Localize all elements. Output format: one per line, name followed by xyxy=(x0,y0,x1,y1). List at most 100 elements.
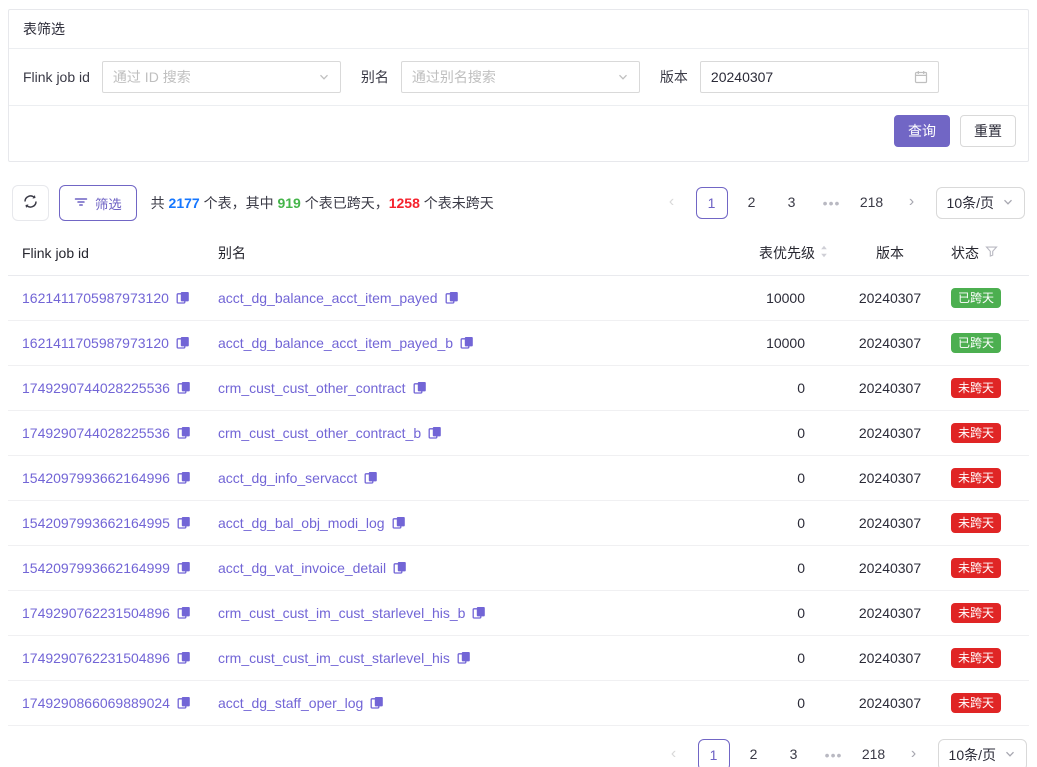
version-date-value: 20240307 xyxy=(711,69,914,85)
status-badge: 未跨天 xyxy=(951,378,1001,398)
alias-link[interactable]: crm_cust_cust_im_cust_starlevel_his xyxy=(218,650,450,666)
copy-alias-icon[interactable] xyxy=(370,696,384,710)
field-alias: 别名 通过别名搜索 xyxy=(361,61,640,93)
refresh-button[interactable] xyxy=(12,185,49,221)
copy-job-id-icon[interactable] xyxy=(176,336,190,350)
alias-select[interactable]: 通过别名搜索 xyxy=(401,61,640,93)
alias-link[interactable]: crm_cust_cust_other_contract xyxy=(218,380,406,396)
priority-value: 0 xyxy=(707,591,837,636)
search-button[interactable]: 查询 xyxy=(894,115,950,147)
next-page-button[interactable]: › xyxy=(898,739,930,767)
job-id-link[interactable]: 1542097993662164995 xyxy=(22,515,170,531)
column-status-label: 状态 xyxy=(951,243,979,263)
job-id-link[interactable]: 1749290744028225536 xyxy=(22,380,170,396)
alias-link[interactable]: acct_dg_bal_obj_modi_log xyxy=(218,515,385,531)
copy-job-id-icon[interactable] xyxy=(177,381,191,395)
alias-link[interactable]: acct_dg_staff_oper_log xyxy=(218,695,363,711)
job-id-link[interactable]: 1621411705987973120 xyxy=(22,290,169,306)
job-id-link[interactable]: 1749290866069889024 xyxy=(22,695,170,711)
copy-job-id-icon[interactable] xyxy=(177,696,191,710)
copy-alias-icon[interactable] xyxy=(428,426,442,440)
copy-job-id-icon[interactable] xyxy=(177,471,191,485)
version-value: 20240307 xyxy=(837,456,937,501)
reset-button[interactable]: 重置 xyxy=(960,115,1016,147)
copy-alias-icon[interactable] xyxy=(413,381,427,395)
sorter-icon[interactable] xyxy=(819,244,829,262)
page-size-select[interactable]: 10条/页 xyxy=(938,739,1027,767)
page: 表筛选 Flink job id 通过 ID 搜索 别名 通过别名搜索 xyxy=(0,0,1037,767)
prev-page-button[interactable]: ‹ xyxy=(658,739,690,767)
column-flink-job-id: Flink job id xyxy=(8,231,204,276)
job-id-link[interactable]: 1542097993662164996 xyxy=(22,470,170,486)
column-status[interactable]: 状态 xyxy=(937,231,1029,276)
priority-value: 0 xyxy=(707,456,837,501)
page-ellipsis[interactable]: ••• xyxy=(818,747,850,763)
alias-link[interactable]: acct_dg_info_servacct xyxy=(218,470,357,486)
copy-job-id-icon[interactable] xyxy=(177,606,191,620)
copy-alias-icon[interactable] xyxy=(364,471,378,485)
field-flink-job-id: Flink job id 通过 ID 搜索 xyxy=(23,61,341,93)
version-value: 20240307 xyxy=(837,321,937,366)
summary-prefix: 共 xyxy=(151,195,169,211)
alias-link[interactable]: acct_dg_balance_acct_item_payed_b xyxy=(218,335,453,351)
copy-alias-icon[interactable] xyxy=(460,336,474,350)
job-id-link[interactable]: 1749290762231504896 xyxy=(22,605,170,621)
job-id-link[interactable]: 1749290762231504896 xyxy=(22,650,170,666)
copy-job-id-icon[interactable] xyxy=(176,291,190,305)
table-row: 1542097993662164995 acct_dg_bal_obj_modi… xyxy=(8,501,1029,546)
page-button-2[interactable]: 2 xyxy=(738,739,770,767)
priority-value: 10000 xyxy=(707,276,837,321)
priority-value: 0 xyxy=(707,411,837,456)
column-alias: 别名 xyxy=(204,231,707,276)
filter-button[interactable]: 筛选 xyxy=(59,185,137,221)
copy-alias-icon[interactable] xyxy=(472,606,486,620)
copy-job-id-icon[interactable] xyxy=(177,516,191,530)
table-row: 1749290744028225536 crm_cust_cust_other_… xyxy=(8,366,1029,411)
copy-job-id-icon[interactable] xyxy=(177,561,191,575)
page-size-value: 10条/页 xyxy=(947,193,994,213)
flink-job-id-label: Flink job id xyxy=(23,69,90,85)
column-filter-funnel-icon[interactable] xyxy=(985,245,998,261)
page-size-select[interactable]: 10条/页 xyxy=(936,187,1025,219)
column-version: 版本 xyxy=(837,231,937,276)
column-priority[interactable]: 表优先级 xyxy=(707,231,837,276)
toolbar: 筛选 共 2177 个表，其中 919 个表已跨天，1258 个表未跨天 ‹ 1… xyxy=(8,185,1029,221)
chevron-down-icon xyxy=(1004,747,1016,763)
status-badge: 未跨天 xyxy=(951,513,1001,533)
table-body: 1621411705987973120 acct_dg_balance_acct… xyxy=(8,276,1029,726)
page-button-3[interactable]: 3 xyxy=(778,739,810,767)
flink-job-id-select[interactable]: 通过 ID 搜索 xyxy=(102,61,341,93)
chevron-down-icon xyxy=(617,71,629,83)
page-button-last[interactable]: 218 xyxy=(856,187,888,219)
version-date-input[interactable]: 20240307 xyxy=(700,61,939,93)
filter-fields-row: Flink job id 通过 ID 搜索 别名 通过别名搜索 xyxy=(9,49,1028,106)
job-id-link[interactable]: 1621411705987973120 xyxy=(22,335,169,351)
copy-alias-icon[interactable] xyxy=(445,291,459,305)
copy-job-id-icon[interactable] xyxy=(177,651,191,665)
page-ellipsis[interactable]: ••• xyxy=(816,195,848,211)
alias-link[interactable]: acct_dg_balance_acct_item_payed xyxy=(218,290,438,306)
page-button-2[interactable]: 2 xyxy=(736,187,768,219)
copy-job-id-icon[interactable] xyxy=(177,426,191,440)
alias-link[interactable]: acct_dg_vat_invoice_detail xyxy=(218,560,386,576)
page-button-1[interactable]: 1 xyxy=(696,187,728,219)
page-button-3[interactable]: 3 xyxy=(776,187,808,219)
job-id-link[interactable]: 1542097993662164999 xyxy=(22,560,170,576)
page-button-last[interactable]: 218 xyxy=(858,739,890,767)
prev-page-button[interactable]: ‹ xyxy=(656,187,688,219)
version-value: 20240307 xyxy=(837,411,937,456)
copy-alias-icon[interactable] xyxy=(393,561,407,575)
status-badge: 已跨天 xyxy=(951,333,1001,353)
copy-alias-icon[interactable] xyxy=(392,516,406,530)
version-value: 20240307 xyxy=(837,501,937,546)
copy-alias-icon[interactable] xyxy=(457,651,471,665)
table-row: 1621411705987973120 acct_dg_balance_acct… xyxy=(8,321,1029,366)
filter-actions: 查询 重置 xyxy=(9,106,1028,161)
alias-link[interactable]: crm_cust_cust_im_cust_starlevel_his_b xyxy=(218,605,465,621)
alias-link[interactable]: crm_cust_cust_other_contract_b xyxy=(218,425,421,441)
next-page-button[interactable]: › xyxy=(896,187,928,219)
version-value: 20240307 xyxy=(837,276,937,321)
page-button-1[interactable]: 1 xyxy=(698,739,730,767)
status-badge: 未跨天 xyxy=(951,648,1001,668)
job-id-link[interactable]: 1749290744028225536 xyxy=(22,425,170,441)
